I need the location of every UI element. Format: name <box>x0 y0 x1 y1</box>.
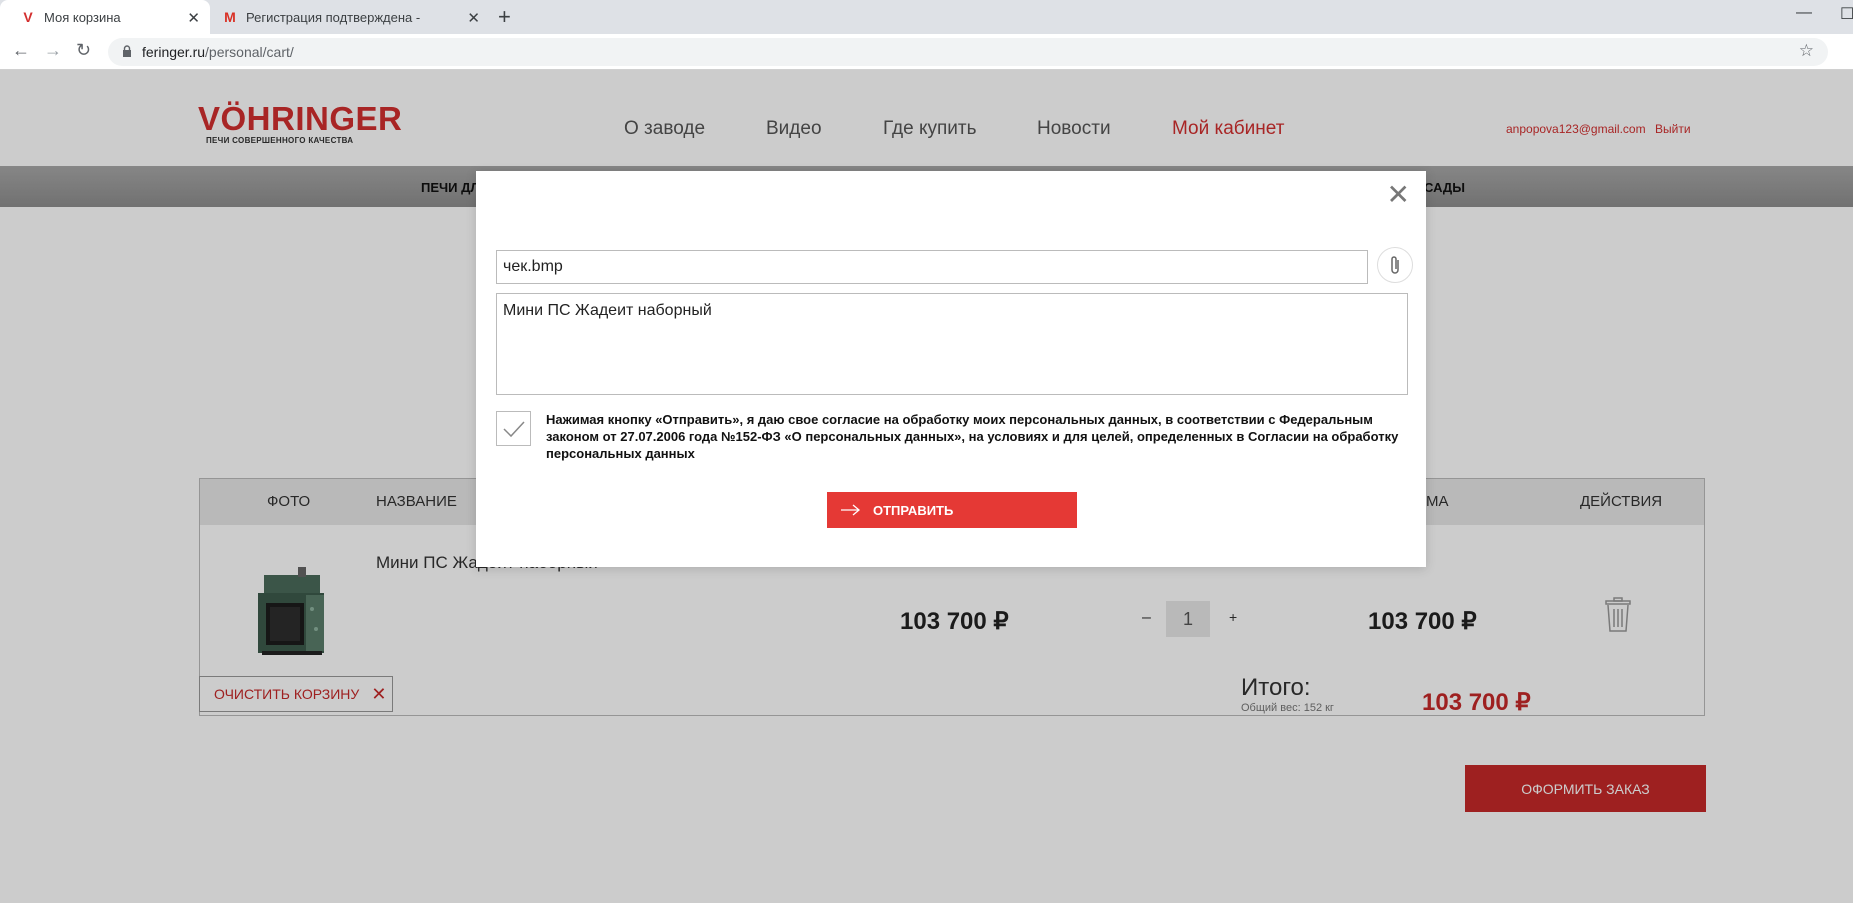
send-button-label: ОТПРАВИТЬ <box>873 502 954 518</box>
tab-gmail[interactable]: M Регистрация подтверждена - ап ✕ <box>210 0 490 34</box>
arrow-right-icon <box>841 504 861 516</box>
back-arrow-icon[interactable]: ← <box>12 40 30 61</box>
message-textarea[interactable]: Мини ПС Жадеит наборный <box>496 293 1408 395</box>
send-button[interactable]: ОТПРАВИТЬ <box>827 492 1077 528</box>
tab-close-icon[interactable]: ✕ <box>467 9 480 27</box>
checkmark-icon <box>502 420 525 437</box>
modal-close-icon[interactable]: ✕ <box>1387 181 1410 209</box>
new-tab-icon[interactable]: + <box>498 4 511 30</box>
browser-toolbar: ← → ↻ feringer.ru/personal/cart/ ☆ <box>0 34 1853 70</box>
file-name-input[interactable] <box>496 250 1368 284</box>
attach-receipt-modal: ✕ Мини ПС Жадеит наборный Нажимая кнопку… <box>476 171 1426 567</box>
consent-text: Нажимая кнопку «Отправить», я даю свое с… <box>546 412 1399 461</box>
browser-tabstrip: V Моя корзина ✕ M Регистрация подтвержде… <box>0 0 1853 34</box>
consent-checkbox[interactable] <box>496 411 531 446</box>
lock-icon <box>123 45 131 57</box>
tab-close-icon[interactable]: ✕ <box>187 9 200 27</box>
forward-arrow-icon[interactable]: → <box>44 40 62 61</box>
address-bar[interactable]: feringer.ru/personal/cart/ ☆ <box>108 38 1828 66</box>
reload-icon[interactable]: ↻ <box>76 40 91 61</box>
paperclip-icon[interactable] <box>1377 247 1413 283</box>
tab-title: Моя корзина <box>44 9 121 25</box>
minimize-icon[interactable]: — <box>1796 4 1812 22</box>
tab-title: Регистрация подтверждена - ап <box>246 9 421 25</box>
bookmark-star-icon[interactable]: ☆ <box>1799 41 1814 61</box>
tab-cart[interactable]: V Моя корзина ✕ <box>0 0 210 34</box>
url-text: feringer.ru/personal/cart/ <box>142 44 294 60</box>
restore-icon[interactable]: ☐ <box>1840 4 1853 24</box>
vohringer-favicon-icon: V <box>23 9 33 25</box>
gmail-favicon-icon: M <box>224 9 236 25</box>
